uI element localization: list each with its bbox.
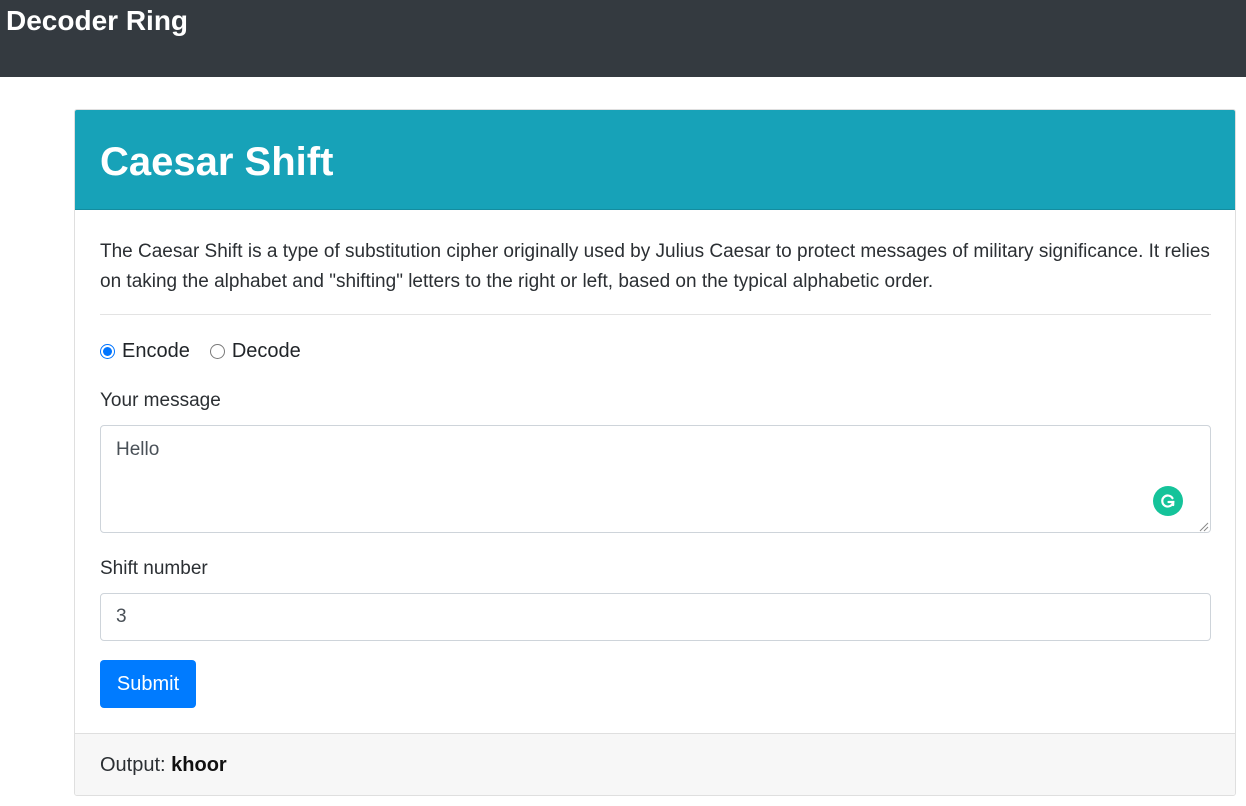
caesar-shift-card: Caesar Shift The Caesar Shift is a type … xyxy=(74,109,1236,796)
decode-label[interactable]: Decode xyxy=(232,339,301,363)
decode-radio[interactable] xyxy=(209,343,225,359)
message-value: Hello xyxy=(116,439,160,460)
message-label: Your message xyxy=(100,390,221,411)
navbar: Decoder Ring xyxy=(0,0,1246,77)
encode-label[interactable]: Encode xyxy=(122,339,190,363)
resize-handle-icon[interactable] xyxy=(1199,519,1209,532)
shift-number-label: Shift number xyxy=(100,558,208,579)
card-description: The Caesar Shift is a type of substituti… xyxy=(100,241,1210,292)
output-value: khoor xyxy=(171,754,227,776)
output-line: Output: khoor xyxy=(100,753,227,777)
card-title: Caesar Shift xyxy=(100,140,334,184)
card-header: Caesar Shift xyxy=(75,110,1235,210)
message-textarea[interactable]: Hello xyxy=(100,425,1211,533)
mode-radio-group: Encode Decode xyxy=(100,339,321,363)
shift-number-input[interactable]: 3 xyxy=(100,593,1211,641)
grammarly-icon[interactable] xyxy=(1153,486,1183,516)
decode-option[interactable]: Decode xyxy=(209,339,301,363)
submit-button[interactable]: Submit xyxy=(100,660,196,708)
card-footer: Output: khoor xyxy=(75,733,1235,795)
brand-title[interactable]: Decoder Ring xyxy=(6,4,188,38)
encode-option[interactable]: Encode xyxy=(100,339,190,363)
encode-radio[interactable] xyxy=(100,343,115,359)
shift-number-value: 3 xyxy=(116,606,127,627)
divider xyxy=(100,314,1211,315)
output-label: Output: xyxy=(100,754,172,776)
